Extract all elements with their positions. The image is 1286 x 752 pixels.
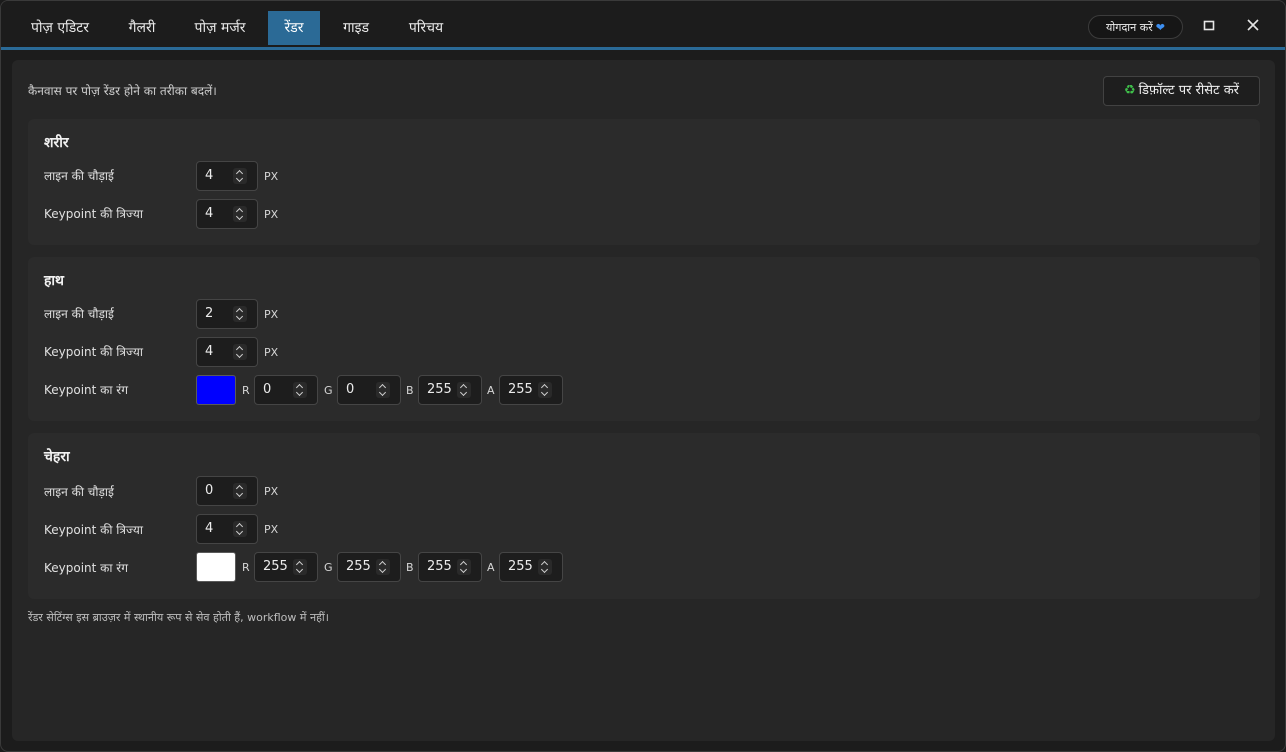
keypoint-color-label: Keypoint का रंग [44, 383, 128, 397]
hand-section: हाथ लाइन की चौड़ाई 2 PX Keypoint की त्रि… [28, 257, 1260, 421]
face-a-input[interactable]: 255 [499, 552, 563, 582]
line-width-label: लाइन की चौड़ाई [44, 485, 114, 499]
body-radius-input[interactable]: 4 [196, 199, 258, 229]
section-title: शरीर [44, 135, 69, 151]
app-window: पोज़ एडिटर गैलरी पोज़ मर्जर रेंडर गाइड प… [0, 0, 1286, 752]
channel-g-label: G [324, 561, 333, 574]
heart-icon: ❤ [1155, 21, 1165, 34]
storage-note: रेंडर सेटिंग्स इस ब्राउज़र में स्थानीय र… [28, 611, 329, 624]
stepper-icon[interactable] [538, 559, 552, 575]
unit-label: PX [264, 308, 279, 321]
reset-label: डिफ़ॉल्ट पर रीसेट करें [1138, 83, 1239, 98]
channel-r-label: R [242, 384, 250, 397]
hand-radius-input[interactable]: 4 [196, 337, 258, 367]
channel-g-label: G [324, 384, 333, 397]
render-settings-panel: कैनवास पर पोज़ रेंडर होने का तरीका बदलें… [12, 60, 1275, 741]
stepper-icon[interactable] [233, 483, 247, 499]
hand-a-input[interactable]: 255 [499, 375, 563, 405]
stepper-icon[interactable] [293, 559, 307, 575]
channel-b-label: B [406, 384, 414, 397]
contribute-label: योगदान करें [1106, 21, 1153, 34]
stepper-icon[interactable] [538, 382, 552, 398]
hand-line-width-input[interactable]: 2 [196, 299, 258, 329]
unit-label: PX [264, 523, 279, 536]
section-title: चेहरा [44, 449, 70, 465]
hand-r-input[interactable]: 0 [254, 375, 318, 405]
tab-about[interactable]: परिचय [394, 11, 458, 45]
stepper-icon[interactable] [233, 306, 247, 322]
face-section: चेहरा लाइन की चौड़ाई 0 PX Keypoint की त्… [28, 433, 1260, 599]
channel-a-label: A [487, 561, 495, 574]
tab-bar: पोज़ एडिटर गैलरी पोज़ मर्जर रेंडर गाइड प… [1, 1, 1285, 50]
body-line-width-input[interactable]: 4 [196, 161, 258, 191]
hand-g-input[interactable]: 0 [337, 375, 401, 405]
tab-render[interactable]: रेंडर [268, 11, 320, 45]
keypoint-radius-label: Keypoint की त्रिज्या [44, 345, 143, 359]
channel-r-label: R [242, 561, 250, 574]
channel-a-label: A [487, 384, 495, 397]
unit-label: PX [264, 346, 279, 359]
reset-defaults-button[interactable]: ♻ डिफ़ॉल्ट पर रीसेट करें [1103, 76, 1260, 106]
stepper-icon[interactable] [233, 521, 247, 537]
stepper-icon[interactable] [457, 382, 471, 398]
tab-pose-editor[interactable]: पोज़ एडिटर [15, 11, 105, 45]
stepper-icon[interactable] [293, 382, 307, 398]
keypoint-color-label: Keypoint का रंग [44, 561, 128, 575]
stepper-icon[interactable] [376, 382, 390, 398]
keypoint-radius-label: Keypoint की त्रिज्या [44, 523, 143, 537]
stepper-icon[interactable] [457, 559, 471, 575]
stepper-icon[interactable] [233, 168, 247, 184]
stepper-icon[interactable] [376, 559, 390, 575]
face-line-width-input[interactable]: 0 [196, 476, 258, 506]
tab-guide[interactable]: गाइड [330, 11, 382, 45]
section-title: हाथ [44, 273, 65, 289]
line-width-label: लाइन की चौड़ाई [44, 169, 114, 183]
face-color-swatch[interactable] [196, 552, 236, 582]
recycle-icon: ♻ [1123, 83, 1136, 98]
unit-label: PX [264, 170, 279, 183]
face-r-input[interactable]: 255 [254, 552, 318, 582]
stepper-icon[interactable] [233, 206, 247, 222]
hand-color-swatch[interactable] [196, 375, 236, 405]
channel-b-label: B [406, 561, 414, 574]
tab-pose-merger[interactable]: पोज़ मर्जर [181, 11, 259, 45]
maximize-icon[interactable] [1199, 17, 1219, 37]
tab-gallery[interactable]: गैलरी [115, 11, 169, 45]
keypoint-radius-label: Keypoint की त्रिज्या [44, 207, 143, 221]
face-g-input[interactable]: 255 [337, 552, 401, 582]
stepper-icon[interactable] [233, 344, 247, 360]
face-radius-input[interactable]: 4 [196, 514, 258, 544]
panel-description: कैनवास पर पोज़ रेंडर होने का तरीका बदलें… [28, 84, 217, 98]
contribute-button[interactable]: योगदान करें ❤ [1088, 15, 1183, 39]
line-width-label: लाइन की चौड़ाई [44, 307, 114, 321]
unit-label: PX [264, 485, 279, 498]
close-icon[interactable] [1243, 17, 1263, 37]
hand-b-input[interactable]: 255 [418, 375, 482, 405]
face-b-input[interactable]: 255 [418, 552, 482, 582]
body-section: शरीर लाइन की चौड़ाई 4 PX Keypoint की त्र… [28, 119, 1260, 245]
unit-label: PX [264, 208, 279, 221]
